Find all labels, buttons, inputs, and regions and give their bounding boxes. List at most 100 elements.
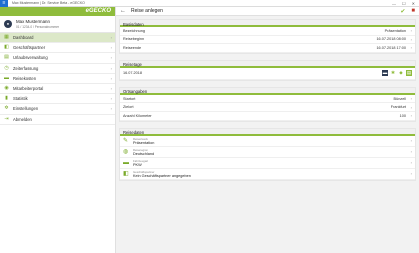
back-arrow-icon[interactable]: ← [120,8,126,14]
chevron-right-icon: › [410,28,412,34]
sidebar: eGECKO ● Max Mustermann 01 / 1234-0 / Pe… [0,7,116,253]
avatar-icon: ● [6,21,10,26]
app-menu-icon[interactable]: ≡ [0,0,8,7]
content-area: Basisdaten Bezeichnung Präsentation › Re… [119,19,416,187]
window-title: Max Mustermann | Dr. Service Beta - eGEC… [12,1,85,5]
sidebar-item-label: Urlaubsverwaltung [13,55,48,61]
row-label: 16.07.2018 [123,71,143,76]
list-item[interactable]: Bezeichnung Präsentation › [120,27,415,36]
sidebar-item-reisekosten[interactable]: ▬ Reisekosten › [0,74,115,84]
car-icon: ▬ [4,74,9,81]
chevron-right-icon: › [410,36,412,42]
days-card: Reisetage 16.07.2018 ▬ ✱ ◆ ▤ [119,59,416,81]
close-button[interactable]: ✕ [412,1,415,6]
sidebar-item-label: Zeiterfassung [13,65,39,71]
receipt-icon[interactable]: ▤ [406,70,412,77]
chevron-right-icon: › [410,149,412,155]
profile-card[interactable]: ● Max Mustermann 01 / 1234-0 / Personaln… [0,16,115,33]
section-heading: Reisetage [120,60,415,68]
section-heading: Reisedaten [120,128,415,136]
chevron-right-icon: › [410,96,412,102]
profile-subtitle: 01 / 1234-0 / Personalnummer [16,25,60,29]
sidebar-item-zeiterfassung[interactable]: ◷ Zeiterfassung › [0,64,115,74]
row-value: Präsentation [384,28,406,33]
partner-icon: ◧ [123,170,129,177]
places-card: Ortsangaben Startort Bünzell › Zielort F… [119,86,416,122]
pencil-icon: ✎ [123,137,129,144]
sidebar-item-label: Dashboard [13,35,34,41]
section-heading: Ortsangaben [120,87,415,95]
detail-value: Präsentation [133,140,155,145]
chevron-right-icon: › [410,104,412,110]
list-item[interactable]: ◍ Reiseregion Deutschland › [120,147,415,158]
chevron-right-icon: › [110,35,112,41]
avatar: ● [4,20,12,28]
details-card: Reisedaten ✎ Reisezweck Präsentation › ◍… [119,127,416,181]
chevron-right-icon: › [410,160,412,166]
row-label: Bezeichnung [123,28,145,33]
row-label: Reiseende [123,45,142,50]
sidebar-item-label: Reisekosten [13,75,37,81]
maximize-button[interactable]: ☐ [402,1,406,6]
trash-icon[interactable]: ■ [411,8,415,15]
sidebar-item-urlaubsverwaltung[interactable]: ▤ Urlaubsverwaltung › [0,53,115,64]
chevron-right-icon: › [410,113,412,119]
detail-caption: Fahrzeugart [133,158,149,163]
row-label: Startort [123,96,136,101]
save-icon[interactable]: ✔ [400,8,405,15]
hotel-icon[interactable]: ◆ [398,70,404,76]
chevron-right-icon: › [110,86,112,92]
chevron-right-icon: › [110,45,112,51]
list-item[interactable]: Reiseende 16.07.2018 17:00 › [120,44,415,53]
list-item[interactable]: Zielort Frankfurt › [120,103,415,112]
detail-value: Deutschland [133,151,155,156]
sidebar-item-label: Abmelden [13,116,32,122]
profile-name: Max Mustermann [16,19,50,24]
section-heading: Basisdaten [120,20,415,27]
chevron-right-icon: › [110,96,112,102]
list-item[interactable]: Startort Bünzell › [120,95,415,104]
sidebar-item-geschaeftspartner[interactable]: ◧ Geschäftspartner › [0,43,115,54]
users-icon: ◧ [4,44,9,51]
list-item[interactable]: ◧ Geschäftspartner Kein Geschäftspartner… [120,169,415,180]
list-item[interactable]: 16.07.2018 ▬ ✱ ◆ ▤ [120,68,415,80]
sidebar-item-abmelden[interactable]: ⇥ Abmelden [0,115,115,125]
chart-icon: ▮ [5,95,8,102]
meal-icon[interactable]: ✱ [390,70,396,76]
calendar-icon: ▤ [4,54,9,61]
chevron-right-icon: › [410,171,412,177]
window-titlebar: ≡ Max Mustermann | Dr. Service Beta - eG… [0,0,419,7]
brand-logo: eGECKO [85,8,111,14]
list-item[interactable]: Reisebeginn 16.07.2018 08:00 › [120,36,415,45]
row-value: Frankfurt [390,105,406,110]
basis-card: Basisdaten Bezeichnung Präsentation › Re… [119,19,416,54]
sidebar-item-einstellungen[interactable]: ✲ Einstellungen › [0,104,115,115]
sidebar-item-label: Geschäftspartner [13,45,46,51]
minimize-button[interactable]: — [392,1,396,6]
list-item[interactable]: ▬ Fahrzeugart PKW › [120,158,415,169]
page-header: ← Reise anlegen ✔ ■ [116,7,419,16]
main-panel: ← Reise anlegen ✔ ■ Basisdaten Bezeichnu… [116,7,419,253]
chevron-right-icon: › [110,65,112,71]
sidebar-item-label: Mitarbeiterportal [13,86,44,92]
sidebar-item-mitarbeiterportal[interactable]: ◉ Mitarbeiterportal › [0,84,115,95]
row-value: 16.07.2018 17:00 [376,45,406,50]
row-value: 16.07.2018 08:00 [376,37,406,42]
list-item[interactable]: Anzahl Kilometer 100 › [120,112,415,121]
detail-value: Kein Geschäftspartner angegeben [133,173,191,178]
row-value: Bünzell [393,96,406,101]
list-item[interactable]: ✎ Reisezweck Präsentation › [120,136,415,147]
sidebar-item-dashboard[interactable]: ▦ Dashboard › [0,33,115,44]
logout-icon: ⇥ [4,115,9,122]
sidebar-item-label: Statistik [13,96,28,102]
globe-icon: ◍ [123,148,129,155]
brand-bar: eGECKO [0,7,115,16]
clock-icon: ◷ [4,64,9,71]
row-label: Anzahl Kilometer [123,113,152,118]
chevron-right-icon: › [410,45,412,51]
sidebar-item-statistik[interactable]: ▮ Statistik › [0,94,115,105]
car-icon[interactable]: ▬ [382,70,388,77]
row-label: Zielort [123,105,134,110]
chevron-right-icon: › [110,106,112,112]
chevron-right-icon: › [410,138,412,144]
